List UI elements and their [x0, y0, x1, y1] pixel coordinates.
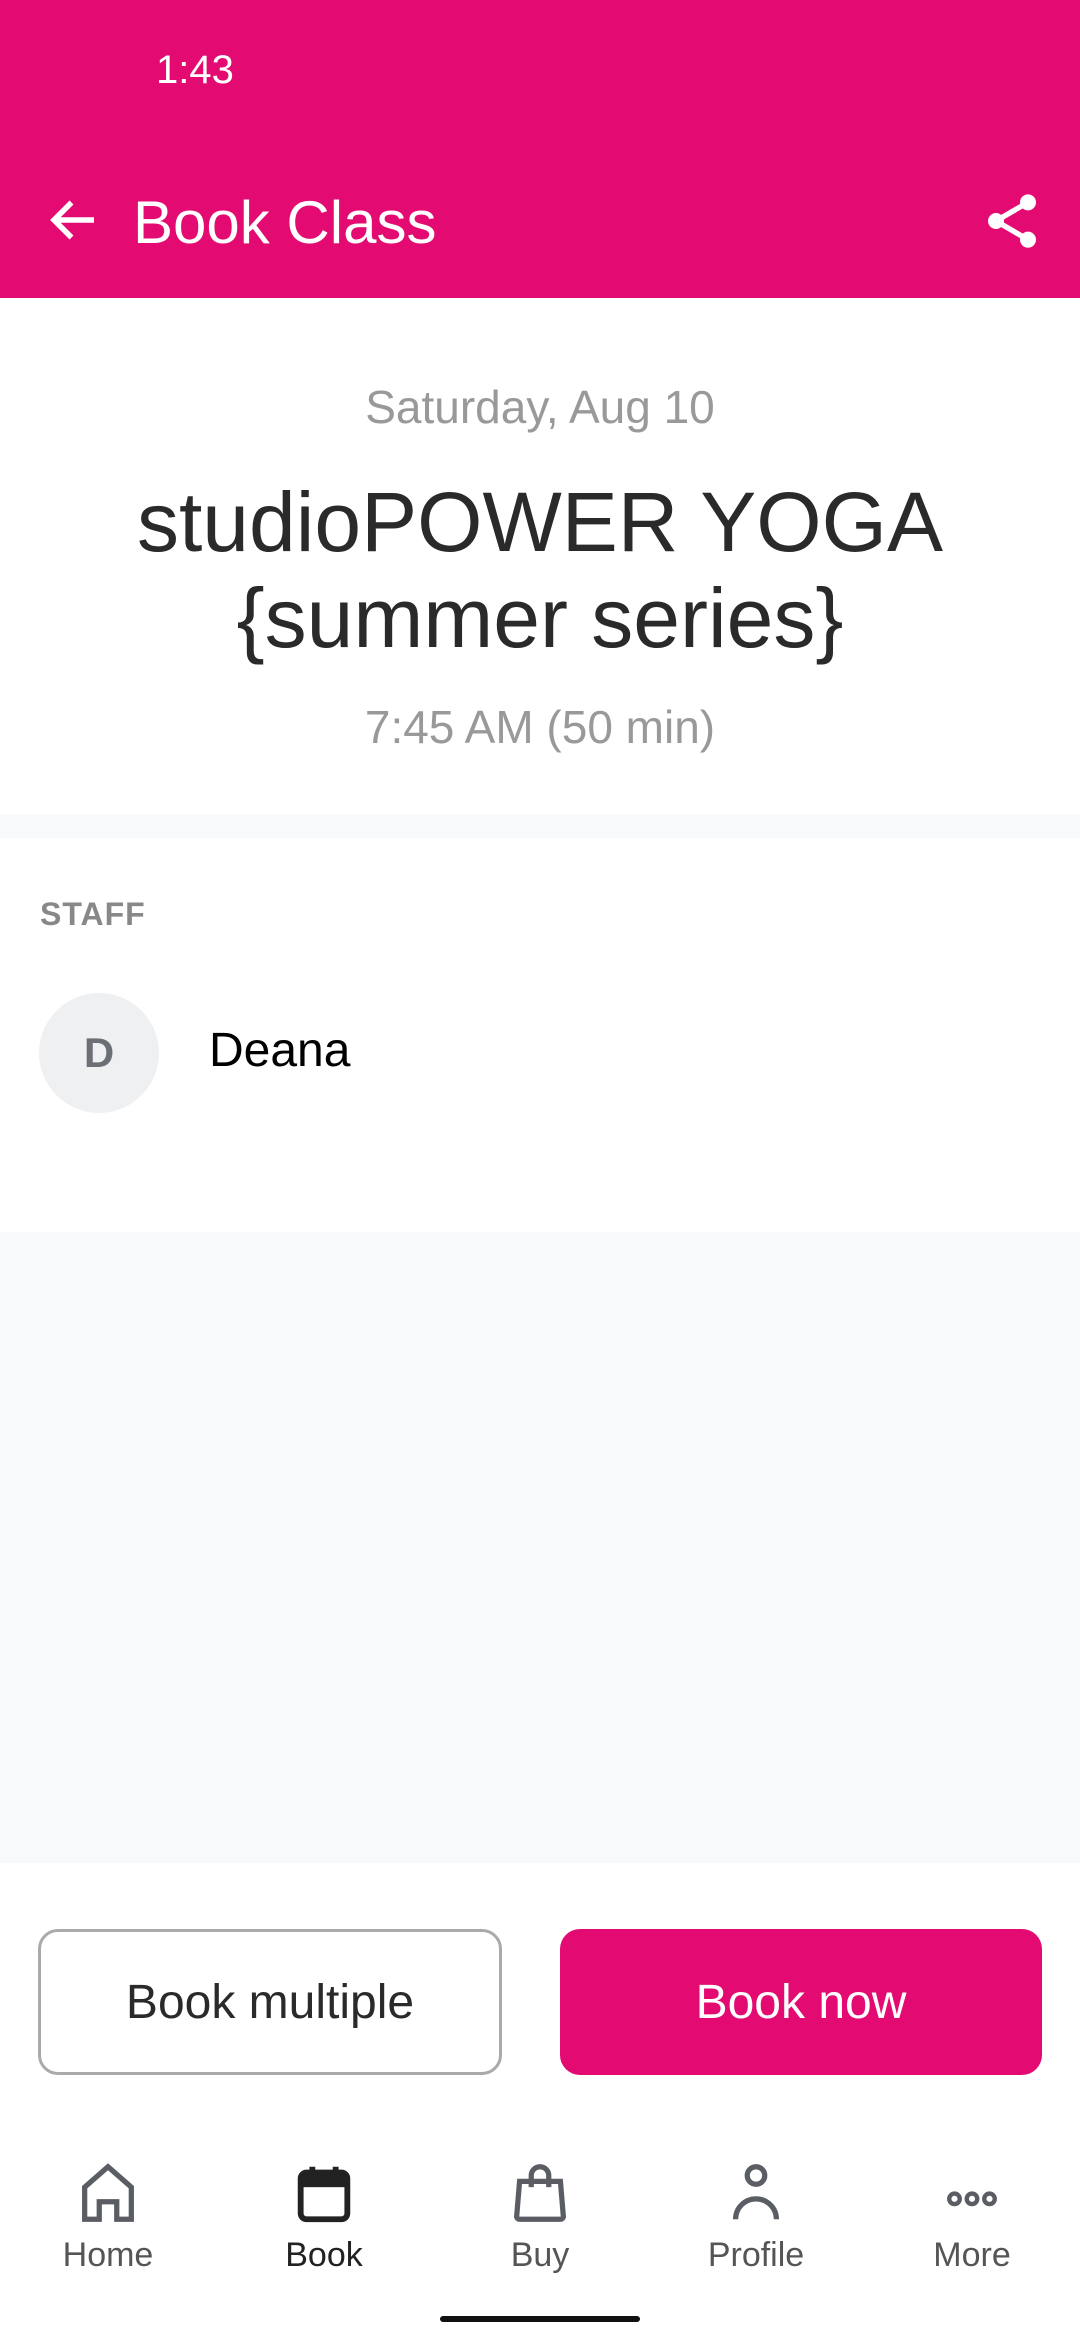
- more-dots-icon: [947, 2191, 997, 2207]
- nav-item-profile[interactable]: Profile: [648, 2158, 864, 2288]
- status-time: 1:43: [156, 48, 234, 92]
- share-icon[interactable]: [980, 188, 1044, 254]
- book-now-button[interactable]: Book now: [560, 1929, 1042, 2075]
- page-title: Book Class: [133, 189, 437, 256]
- calendar-icon: [297, 2166, 351, 2223]
- nav-item-book[interactable]: Book: [216, 2158, 432, 2288]
- app-header: 1:43 Book Class: [0, 0, 1080, 298]
- class-name: studioPOWER YOGA {summer series}: [136, 475, 944, 665]
- class-info: Saturday, Aug 10 studioPOWER YOGA {summe…: [0, 298, 1080, 814]
- bottom-nav: Home Book Buy Profile More: [0, 2158, 1080, 2288]
- class-time: 7:45 AM (50 min): [364, 701, 716, 753]
- nav-item-more[interactable]: More: [864, 2158, 1080, 2288]
- shopping-bag-icon: [514, 2164, 566, 2222]
- person-icon: [732, 2164, 780, 2220]
- staff-name[interactable]: Deana: [209, 1023, 350, 1078]
- nav-item-home[interactable]: Home: [0, 2158, 216, 2288]
- book-multiple-button[interactable]: Book multiple: [38, 1929, 502, 2075]
- bottom-panel: Book multiple Book now Home Book Buy Pro…: [0, 1863, 1080, 2340]
- nav-item-buy[interactable]: Buy: [432, 2158, 648, 2288]
- arrow-left-icon[interactable]: [44, 190, 104, 250]
- staff-heading: STAFF: [40, 896, 146, 932]
- class-date: Saturday, Aug 10: [365, 381, 715, 433]
- staff-section: STAFF D Deana: [0, 838, 1080, 1232]
- avatar: D: [39, 993, 159, 1113]
- home-indicator[interactable]: [440, 2316, 640, 2322]
- home-icon: [82, 2163, 134, 2222]
